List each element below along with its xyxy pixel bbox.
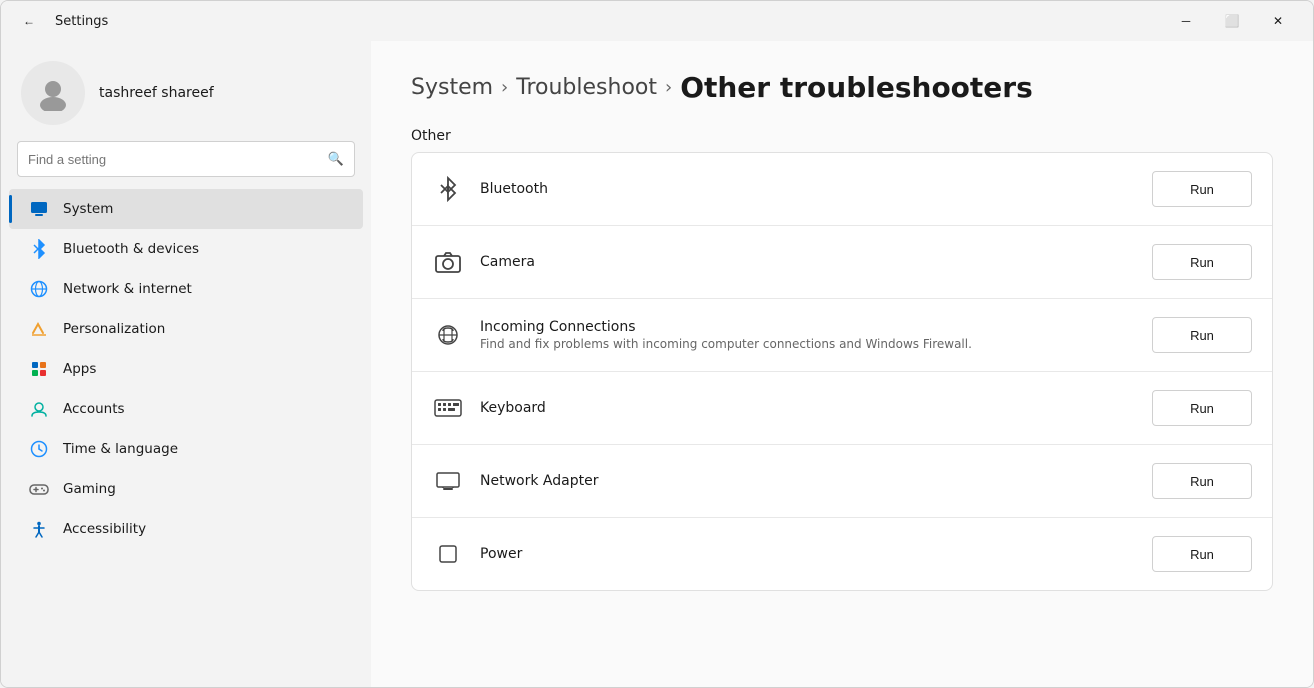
power-run-button[interactable]: Run [1152,536,1252,572]
item-info: Keyboard [480,400,1136,416]
search-container: 🔍 [1,141,371,189]
accounts-icon [29,399,49,419]
item-name: Incoming Connections [480,319,1136,335]
search-box[interactable]: 🔍 [17,141,355,177]
breadcrumb-troubleshoot[interactable]: Troubleshoot [516,75,657,100]
troubleshooter-list: Bluetooth Run Camera [411,152,1273,591]
settings-window: ← Settings ─ ⬜ ✕ tashreef shareef [0,0,1314,688]
network-adapter-icon [432,465,464,497]
breadcrumb-system[interactable]: System [411,75,493,100]
section-title: Other [411,128,1273,144]
camera-troubleshoot-icon [432,246,464,278]
close-button[interactable]: ✕ [1255,5,1301,37]
incoming-troubleshoot-icon [432,319,464,351]
item-info: Camera [480,254,1136,270]
incoming-run-button[interactable]: Run [1152,317,1252,353]
sidebar-item-label: Personalization [63,321,165,337]
sidebar-item-label: Time & language [63,441,178,457]
item-name: Network Adapter [480,473,1136,489]
title-bar-left: ← Settings [13,5,108,37]
item-name: Bluetooth [480,181,1136,197]
minimize-button[interactable]: ─ [1163,5,1209,37]
sidebar-item-label: Bluetooth & devices [63,241,199,257]
power-troubleshoot-icon [432,538,464,570]
window-title: Settings [55,14,108,29]
item-info: Incoming Connections Find and fix proble… [480,319,1136,351]
breadcrumb-current: Other troubleshooters [680,71,1033,104]
back-button[interactable]: ← [13,5,45,37]
item-info: Network Adapter [480,473,1136,489]
search-icon: 🔍 [328,152,344,167]
system-icon [29,199,49,219]
apps-icon [29,359,49,379]
list-item: Keyboard Run [412,372,1272,445]
sidebar-item-time[interactable]: Time & language [9,429,363,469]
sidebar-item-label: Accessibility [63,521,146,537]
sidebar-item-gaming[interactable]: Gaming [9,469,363,509]
network-adapter-run-button[interactable]: Run [1152,463,1252,499]
gaming-icon [29,479,49,499]
time-icon [29,439,49,459]
sidebar-item-label: Gaming [63,481,116,497]
content-area: System › Troubleshoot › Other troublesho… [371,41,1313,687]
item-name: Camera [480,254,1136,270]
sidebar-item-personalization[interactable]: Personalization [9,309,363,349]
sidebar-item-label: Accounts [63,401,125,417]
sidebar-item-accounts[interactable]: Accounts [9,389,363,429]
sidebar-item-apps[interactable]: Apps [9,349,363,389]
accessibility-icon [29,519,49,539]
nav-list: System Bluetooth & devices [1,189,371,549]
sidebar-item-label: System [63,201,113,217]
network-icon [29,279,49,299]
keyboard-run-button[interactable]: Run [1152,390,1252,426]
list-item: Incoming Connections Find and fix proble… [412,299,1272,372]
sidebar-item-label: Apps [63,361,96,377]
list-item: Power Run [412,518,1272,590]
bluetooth-run-button[interactable]: Run [1152,171,1252,207]
item-info: Bluetooth [480,181,1136,197]
item-info: Power [480,546,1136,562]
personalization-icon [29,319,49,339]
sidebar-item-bluetooth[interactable]: Bluetooth & devices [9,229,363,269]
sidebar-item-system[interactable]: System [9,189,363,229]
title-bar: ← Settings ─ ⬜ ✕ [1,1,1313,41]
list-item: Camera Run [412,226,1272,299]
window-controls: ─ ⬜ ✕ [1163,5,1301,37]
list-item: Network Adapter Run [412,445,1272,518]
item-name: Keyboard [480,400,1136,416]
list-item: Bluetooth Run [412,153,1272,226]
breadcrumb-sep-2: › [665,77,672,98]
sidebar-item-label: Network & internet [63,281,192,297]
bluetooth-troubleshoot-icon [432,173,464,205]
breadcrumb-sep-1: › [501,77,508,98]
camera-run-button[interactable]: Run [1152,244,1252,280]
avatar [21,61,85,125]
item-name: Power [480,546,1136,562]
item-desc: Find and fix problems with incoming comp… [480,337,1136,351]
user-name: tashreef shareef [99,85,214,101]
keyboard-troubleshoot-icon [432,392,464,424]
user-profile: tashreef shareef [1,41,371,141]
breadcrumb: System › Troubleshoot › Other troublesho… [411,71,1273,104]
search-input[interactable] [28,152,320,167]
sidebar-item-accessibility[interactable]: Accessibility [9,509,363,549]
sidebar-item-network[interactable]: Network & internet [9,269,363,309]
sidebar: tashreef shareef 🔍 System [1,41,371,687]
maximize-button[interactable]: ⬜ [1209,5,1255,37]
main-layout: tashreef shareef 🔍 System [1,41,1313,687]
bluetooth-icon [29,239,49,259]
